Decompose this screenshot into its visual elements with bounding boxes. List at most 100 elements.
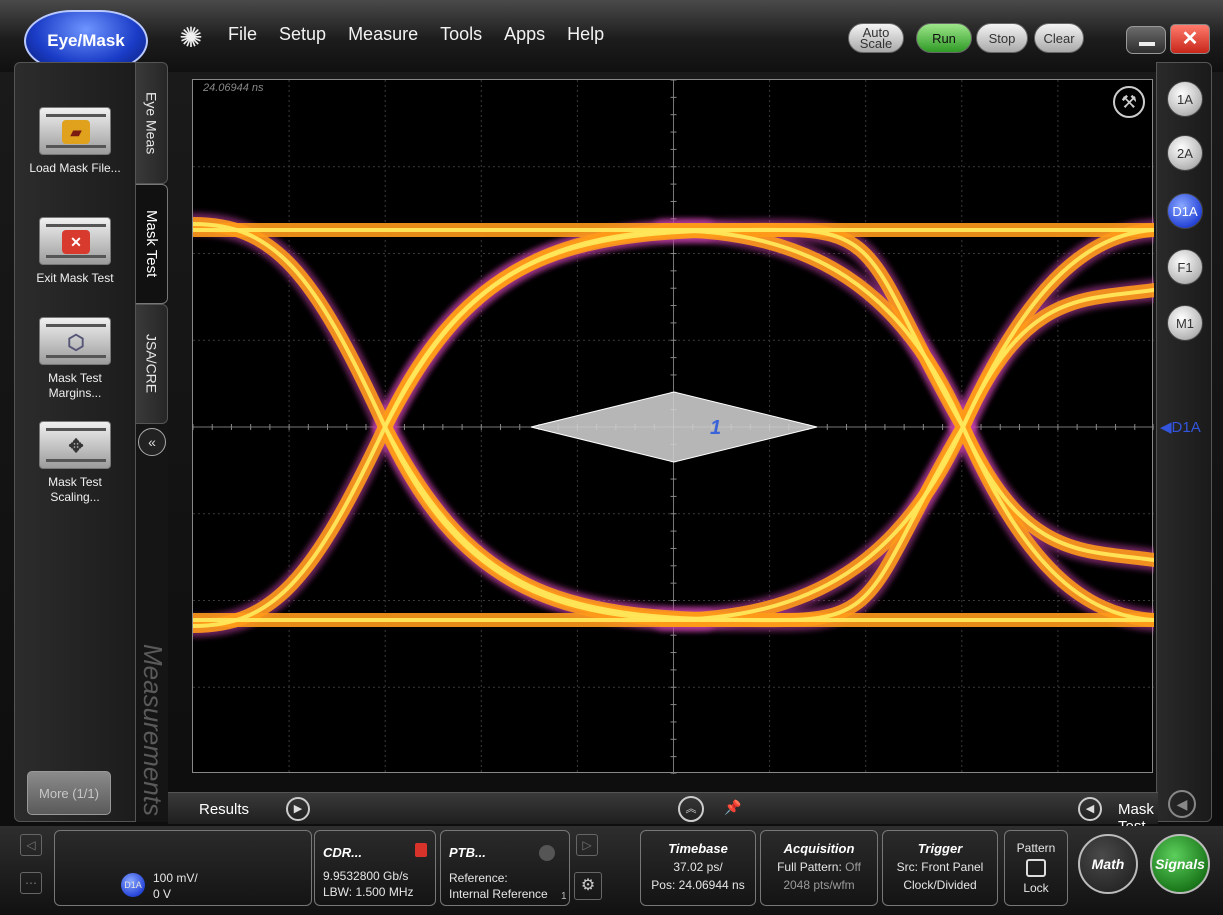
tab-eye-meas[interactable]: Eye Meas bbox=[136, 62, 168, 184]
channel-scale: 100 mV/ bbox=[153, 871, 198, 885]
pattern-lock-label: Lock bbox=[1023, 881, 1049, 895]
scaling-icon-frame: ✥ bbox=[39, 421, 111, 469]
load-mask-label: Load Mask File... bbox=[29, 161, 121, 175]
cdr-lbw: LBW: 1.500 MHz bbox=[323, 885, 414, 899]
acquisition-box[interactable]: Acquisition Full Pattern: Off 2048 pts/w… bbox=[760, 830, 878, 906]
top-menu-bar: Eye/Mask ✺ File Setup Measure Tools Apps… bbox=[0, 0, 1223, 72]
more-button[interactable]: More (1/1) bbox=[27, 771, 111, 815]
hexagon-icon: ⬡ bbox=[67, 331, 85, 354]
pattern-title: Pattern bbox=[1016, 841, 1056, 855]
ptb-line1: Reference: bbox=[449, 871, 508, 885]
timebase-pos: Pos: 24.06944 ns bbox=[651, 878, 745, 892]
menu-file[interactable]: File bbox=[228, 24, 257, 45]
cdr-title: CDR... bbox=[323, 845, 362, 860]
chevron-up-icon[interactable]: ︽ bbox=[678, 796, 704, 822]
cdr-rate: 9.9532800 Gb/s bbox=[323, 869, 409, 883]
ptb-status-icon bbox=[539, 845, 555, 861]
channel-d1a-button[interactable]: D1A bbox=[1167, 193, 1203, 229]
timebase-position-label: 24.06944 ns bbox=[203, 82, 264, 94]
close-button[interactable]: ✕ bbox=[1170, 24, 1210, 54]
unlock-icon bbox=[415, 843, 427, 857]
trigger-box[interactable]: Trigger Src: Front Panel Clock/Divided bbox=[882, 830, 998, 906]
exit-mask-test-button[interactable]: ✕ Exit Mask Test bbox=[25, 217, 125, 286]
lock-icon bbox=[1026, 859, 1046, 877]
acquisition-line1: Full Pattern: Off bbox=[761, 860, 877, 874]
cdr-box[interactable]: CDR... 9.9532800 Gb/s LBW: 1.500 MHz bbox=[314, 830, 436, 906]
signals-button[interactable]: Signals bbox=[1150, 834, 1210, 894]
pattern-lock-box[interactable]: Pattern Lock bbox=[1004, 830, 1068, 906]
eye-diagram: 1 bbox=[193, 80, 1154, 774]
ptb-box[interactable]: PTB... Reference: Internal Reference 1 bbox=[440, 830, 570, 906]
run-button[interactable]: Run bbox=[916, 23, 972, 53]
measurements-tab[interactable]: Measurements bbox=[134, 640, 168, 820]
mask-region[interactable]: 1 bbox=[530, 391, 818, 463]
collapse-panel-icon[interactable]: « bbox=[138, 428, 166, 456]
channel-2a-button[interactable]: 2A bbox=[1167, 135, 1203, 171]
mask-collapse-icon[interactable]: ◀ bbox=[1078, 797, 1102, 821]
mask-test-panel: ▰ Load Mask File... ✕ Exit Mask Test ⬡ M… bbox=[14, 62, 136, 822]
results-bar: Results ▶ ︽ 📌 ◀ Mask Test bbox=[168, 792, 1158, 835]
agilent-logo-icon: ✺ bbox=[179, 22, 203, 53]
waveform-display[interactable]: 1 24.06944 ns ⚒ bbox=[192, 79, 1154, 774]
channel-offset: 0 V bbox=[153, 887, 172, 901]
channel-column: 1A 2A D1A F1 M1 bbox=[1156, 62, 1212, 822]
ptb-title: PTB... bbox=[449, 845, 486, 860]
acquisition-line2: 2048 pts/wfm bbox=[783, 878, 855, 892]
menu-measure[interactable]: Measure bbox=[348, 24, 418, 45]
mask-number: 1 bbox=[710, 417, 721, 439]
menu-apps[interactable]: Apps bbox=[504, 24, 545, 45]
channel-badge: D1A bbox=[121, 873, 145, 897]
channel-status-box[interactable]: D1A 100 mV/ 0 V bbox=[54, 830, 312, 906]
mask-margins-label: Mask Test Margins... bbox=[48, 371, 102, 400]
mask-test-scaling-button[interactable]: ✥ Mask Test Scaling... bbox=[25, 421, 125, 505]
trigger-src: Src: Front Panel bbox=[896, 860, 984, 874]
exit-mask-icon-frame: ✕ bbox=[39, 217, 111, 265]
timebase-scale: 37.02 ps/ bbox=[673, 860, 723, 874]
mask-polygon[interactable] bbox=[530, 391, 818, 463]
oscilloscope-app: Eye/Mask ✺ File Setup Measure Tools Apps… bbox=[0, 0, 1223, 915]
status-bar: ◁ ⋯ D1A 100 mV/ 0 V CDR... 9.9532800 Gb/… bbox=[0, 826, 1223, 915]
ptb-line2: Internal Reference bbox=[449, 887, 548, 901]
load-mask-icon-frame: ▰ bbox=[39, 107, 111, 155]
tab-eye-meas-label: Eye Meas bbox=[143, 91, 160, 155]
results-label[interactable]: Results bbox=[199, 801, 249, 818]
scroll-left-icon[interactable]: ◀ bbox=[1168, 790, 1196, 818]
menu-help[interactable]: Help bbox=[567, 24, 604, 45]
channel-1a-button[interactable]: 1A bbox=[1167, 81, 1203, 117]
folder-open-icon: ▰ bbox=[62, 120, 90, 144]
margins-icon-frame: ⬡ bbox=[39, 317, 111, 365]
tab-jsa-cre[interactable]: JSA/CRE bbox=[136, 304, 168, 424]
status-prev-icon[interactable]: ◁ bbox=[20, 834, 42, 856]
wrench-icon[interactable]: ⚒ bbox=[1113, 86, 1145, 118]
acquisition-title: Acquisition bbox=[783, 841, 855, 856]
d1a-level-marker[interactable]: ◀D1A bbox=[1160, 418, 1201, 436]
channel-f1-button[interactable]: F1 bbox=[1167, 249, 1203, 285]
settings-gear-icon[interactable]: ⚙ bbox=[574, 872, 602, 900]
ptb-sub: 1 bbox=[561, 891, 567, 902]
main-menu: File Setup Measure Tools Apps Help bbox=[228, 24, 604, 45]
menu-setup[interactable]: Setup bbox=[279, 24, 326, 45]
keypad-icon[interactable]: ⋯ bbox=[20, 872, 42, 894]
clear-button[interactable]: Clear bbox=[1034, 23, 1084, 53]
math-button[interactable]: Math bbox=[1078, 834, 1138, 894]
trigger-mode: Clock/Divided bbox=[903, 878, 977, 892]
tab-mask-test-label: Mask Test bbox=[143, 210, 160, 278]
auto-scale-button[interactable]: Auto Scale bbox=[848, 23, 904, 53]
load-mask-file-button[interactable]: ▰ Load Mask File... bbox=[25, 107, 125, 176]
channel-m1-button[interactable]: M1 bbox=[1167, 305, 1203, 341]
acq-full-pattern-label: Full Pattern: bbox=[777, 860, 842, 874]
timebase-box[interactable]: Timebase 37.02 ps/ Pos: 24.06944 ns bbox=[640, 830, 756, 906]
tab-mask-test[interactable]: Mask Test bbox=[136, 184, 168, 304]
tab-jsa-cre-label: JSA/CRE bbox=[143, 334, 160, 394]
mask-test-margins-button[interactable]: ⬡ Mask Test Margins... bbox=[25, 317, 125, 401]
results-expand-icon[interactable]: ▶ bbox=[286, 797, 310, 821]
status-next-icon[interactable]: ▷ bbox=[576, 834, 598, 856]
minimize-button[interactable] bbox=[1126, 26, 1166, 54]
pin-icon[interactable]: 📌 bbox=[724, 799, 741, 816]
menu-tools[interactable]: Tools bbox=[440, 24, 482, 45]
stop-button[interactable]: Stop bbox=[976, 23, 1028, 53]
acq-full-pattern-value: Off bbox=[845, 860, 861, 874]
exit-icon: ✕ bbox=[62, 230, 90, 254]
move-arrows-icon: ✥ bbox=[68, 435, 84, 456]
exit-mask-label: Exit Mask Test bbox=[36, 271, 114, 285]
